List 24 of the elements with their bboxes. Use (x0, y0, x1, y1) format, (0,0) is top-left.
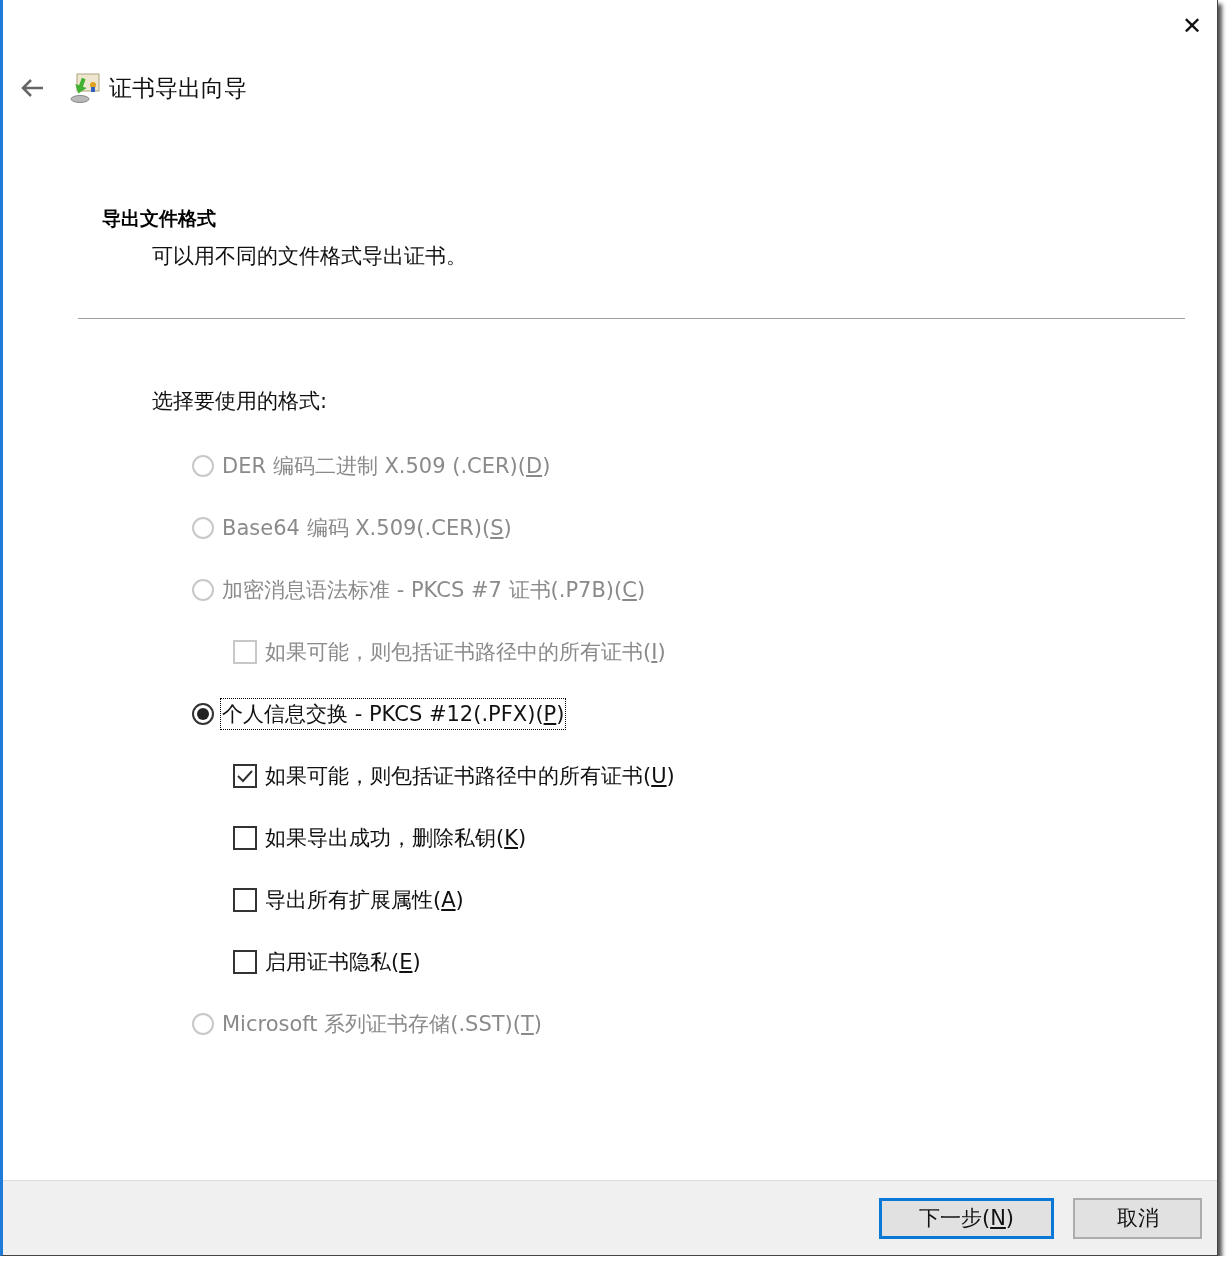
window-title: 证书导出向导 (109, 73, 247, 103)
option-label: 如果可能，则包括证书路径中的所有证书(U) (264, 763, 676, 790)
checkbox[interactable] (233, 888, 257, 912)
close-button[interactable]: ✕ (1167, 0, 1217, 52)
option-label: 启用证书隐私(E) (264, 949, 422, 976)
back-arrow-icon[interactable] (19, 77, 45, 99)
checkbox[interactable] (233, 826, 257, 850)
section-subtitle: 可以用不同的文件格式导出证书。 (151, 243, 468, 270)
cancel-button[interactable]: 取消 (1073, 1197, 1202, 1239)
option-label: 个人信息交换 - PKCS #12(.PFX)(P) (220, 698, 567, 730)
option-label: DER 编码二进制 X.509 (.CER)(D) (221, 453, 552, 480)
option-label: 导出所有扩展属性(A) (264, 887, 465, 914)
option-label: 加密消息语法标准 - PKCS #7 证书(.P7B)(C) (221, 577, 647, 604)
radio-button[interactable] (192, 703, 214, 725)
section-title: 导出文件格式 (101, 206, 217, 231)
checkbox[interactable] (233, 764, 257, 788)
option-label: 如果可能，则包括证书路径中的所有证书(I) (264, 639, 667, 666)
option-label: Microsoft 系列证书存储(.SST)(T) (221, 1011, 543, 1038)
option-label: Base64 编码 X.509(.CER)(S) (221, 515, 513, 542)
option-label: 如果导出成功，删除私钥(K) (264, 825, 528, 852)
next-button[interactable]: 下一步(N) (879, 1197, 1054, 1239)
certificate-icon (69, 72, 101, 104)
prompt-text: 选择要使用的格式: (151, 388, 329, 415)
checkbox[interactable] (233, 950, 257, 974)
